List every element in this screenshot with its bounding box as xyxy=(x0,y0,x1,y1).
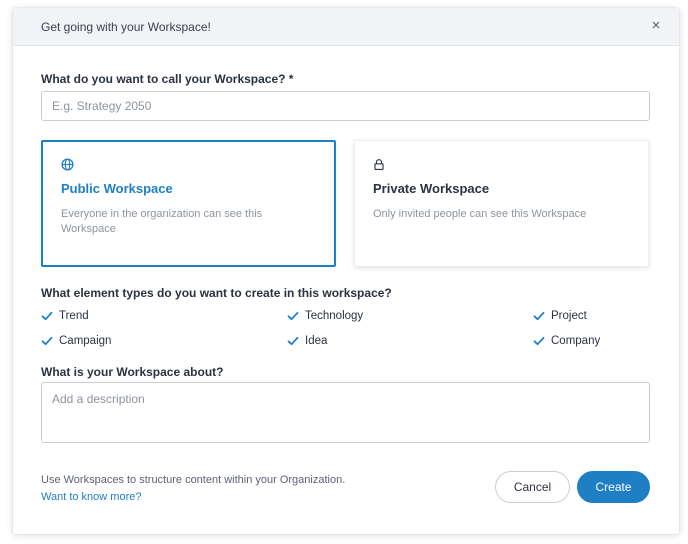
workspace-name-input[interactable] xyxy=(41,91,650,121)
dialog-title: Get going with your Workspace! xyxy=(41,20,211,34)
checkbox-label: Technology xyxy=(305,310,364,322)
private-workspace-title: Private Workspace xyxy=(373,181,490,196)
checkmark-icon xyxy=(287,336,299,346)
public-workspace-description: Everyone in the organization can see thi… xyxy=(61,208,263,235)
learn-more-link[interactable]: Want to know more? xyxy=(41,491,141,503)
checkbox-trend[interactable]: Trend xyxy=(41,308,89,324)
element-types-label: What element types do you want to create… xyxy=(41,286,392,300)
public-workspace-title: Public Workspace xyxy=(61,181,173,196)
checkbox-label: Company xyxy=(551,335,601,347)
checkbox-company[interactable]: Company xyxy=(533,333,600,349)
public-workspace-option[interactable]: Public Workspace Everyone in the organiz… xyxy=(41,140,336,267)
close-icon[interactable]: × xyxy=(647,17,665,35)
globe-icon xyxy=(61,158,75,172)
private-workspace-option[interactable]: Private Workspace Only invited people ca… xyxy=(354,140,649,267)
cancel-button[interactable]: Cancel xyxy=(495,471,570,503)
checkbox-label: Campaign xyxy=(59,335,112,347)
workspace-description-input[interactable] xyxy=(41,382,650,443)
lock-icon xyxy=(373,158,387,172)
checkbox-project[interactable]: Project xyxy=(533,308,587,324)
checkmark-icon xyxy=(287,311,299,321)
workspace-description-label: What is your Workspace about? xyxy=(41,365,224,379)
workspace-info-text: Use Workspaces to structure content with… xyxy=(41,474,346,486)
private-workspace-description: Only invited people can see this Workspa… xyxy=(373,208,587,220)
workspace-name-label: What do you want to call your Workspace?… xyxy=(41,72,294,86)
create-button[interactable]: Create xyxy=(577,471,650,503)
checkbox-label: Idea xyxy=(305,335,328,347)
checkbox-label: Trend xyxy=(59,310,89,322)
dialog-header: Get going with your Workspace! × xyxy=(13,8,679,46)
checkmark-icon xyxy=(533,311,545,321)
checkbox-campaign[interactable]: Campaign xyxy=(41,333,111,349)
checkbox-technology[interactable]: Technology xyxy=(287,308,363,324)
create-workspace-dialog: Get going with your Workspace! × What do… xyxy=(13,8,679,534)
checkmark-icon xyxy=(41,336,53,346)
checkmark-icon xyxy=(533,336,545,346)
checkbox-label: Project xyxy=(551,310,587,322)
checkmark-icon xyxy=(41,311,53,321)
checkbox-idea[interactable]: Idea xyxy=(287,333,327,349)
